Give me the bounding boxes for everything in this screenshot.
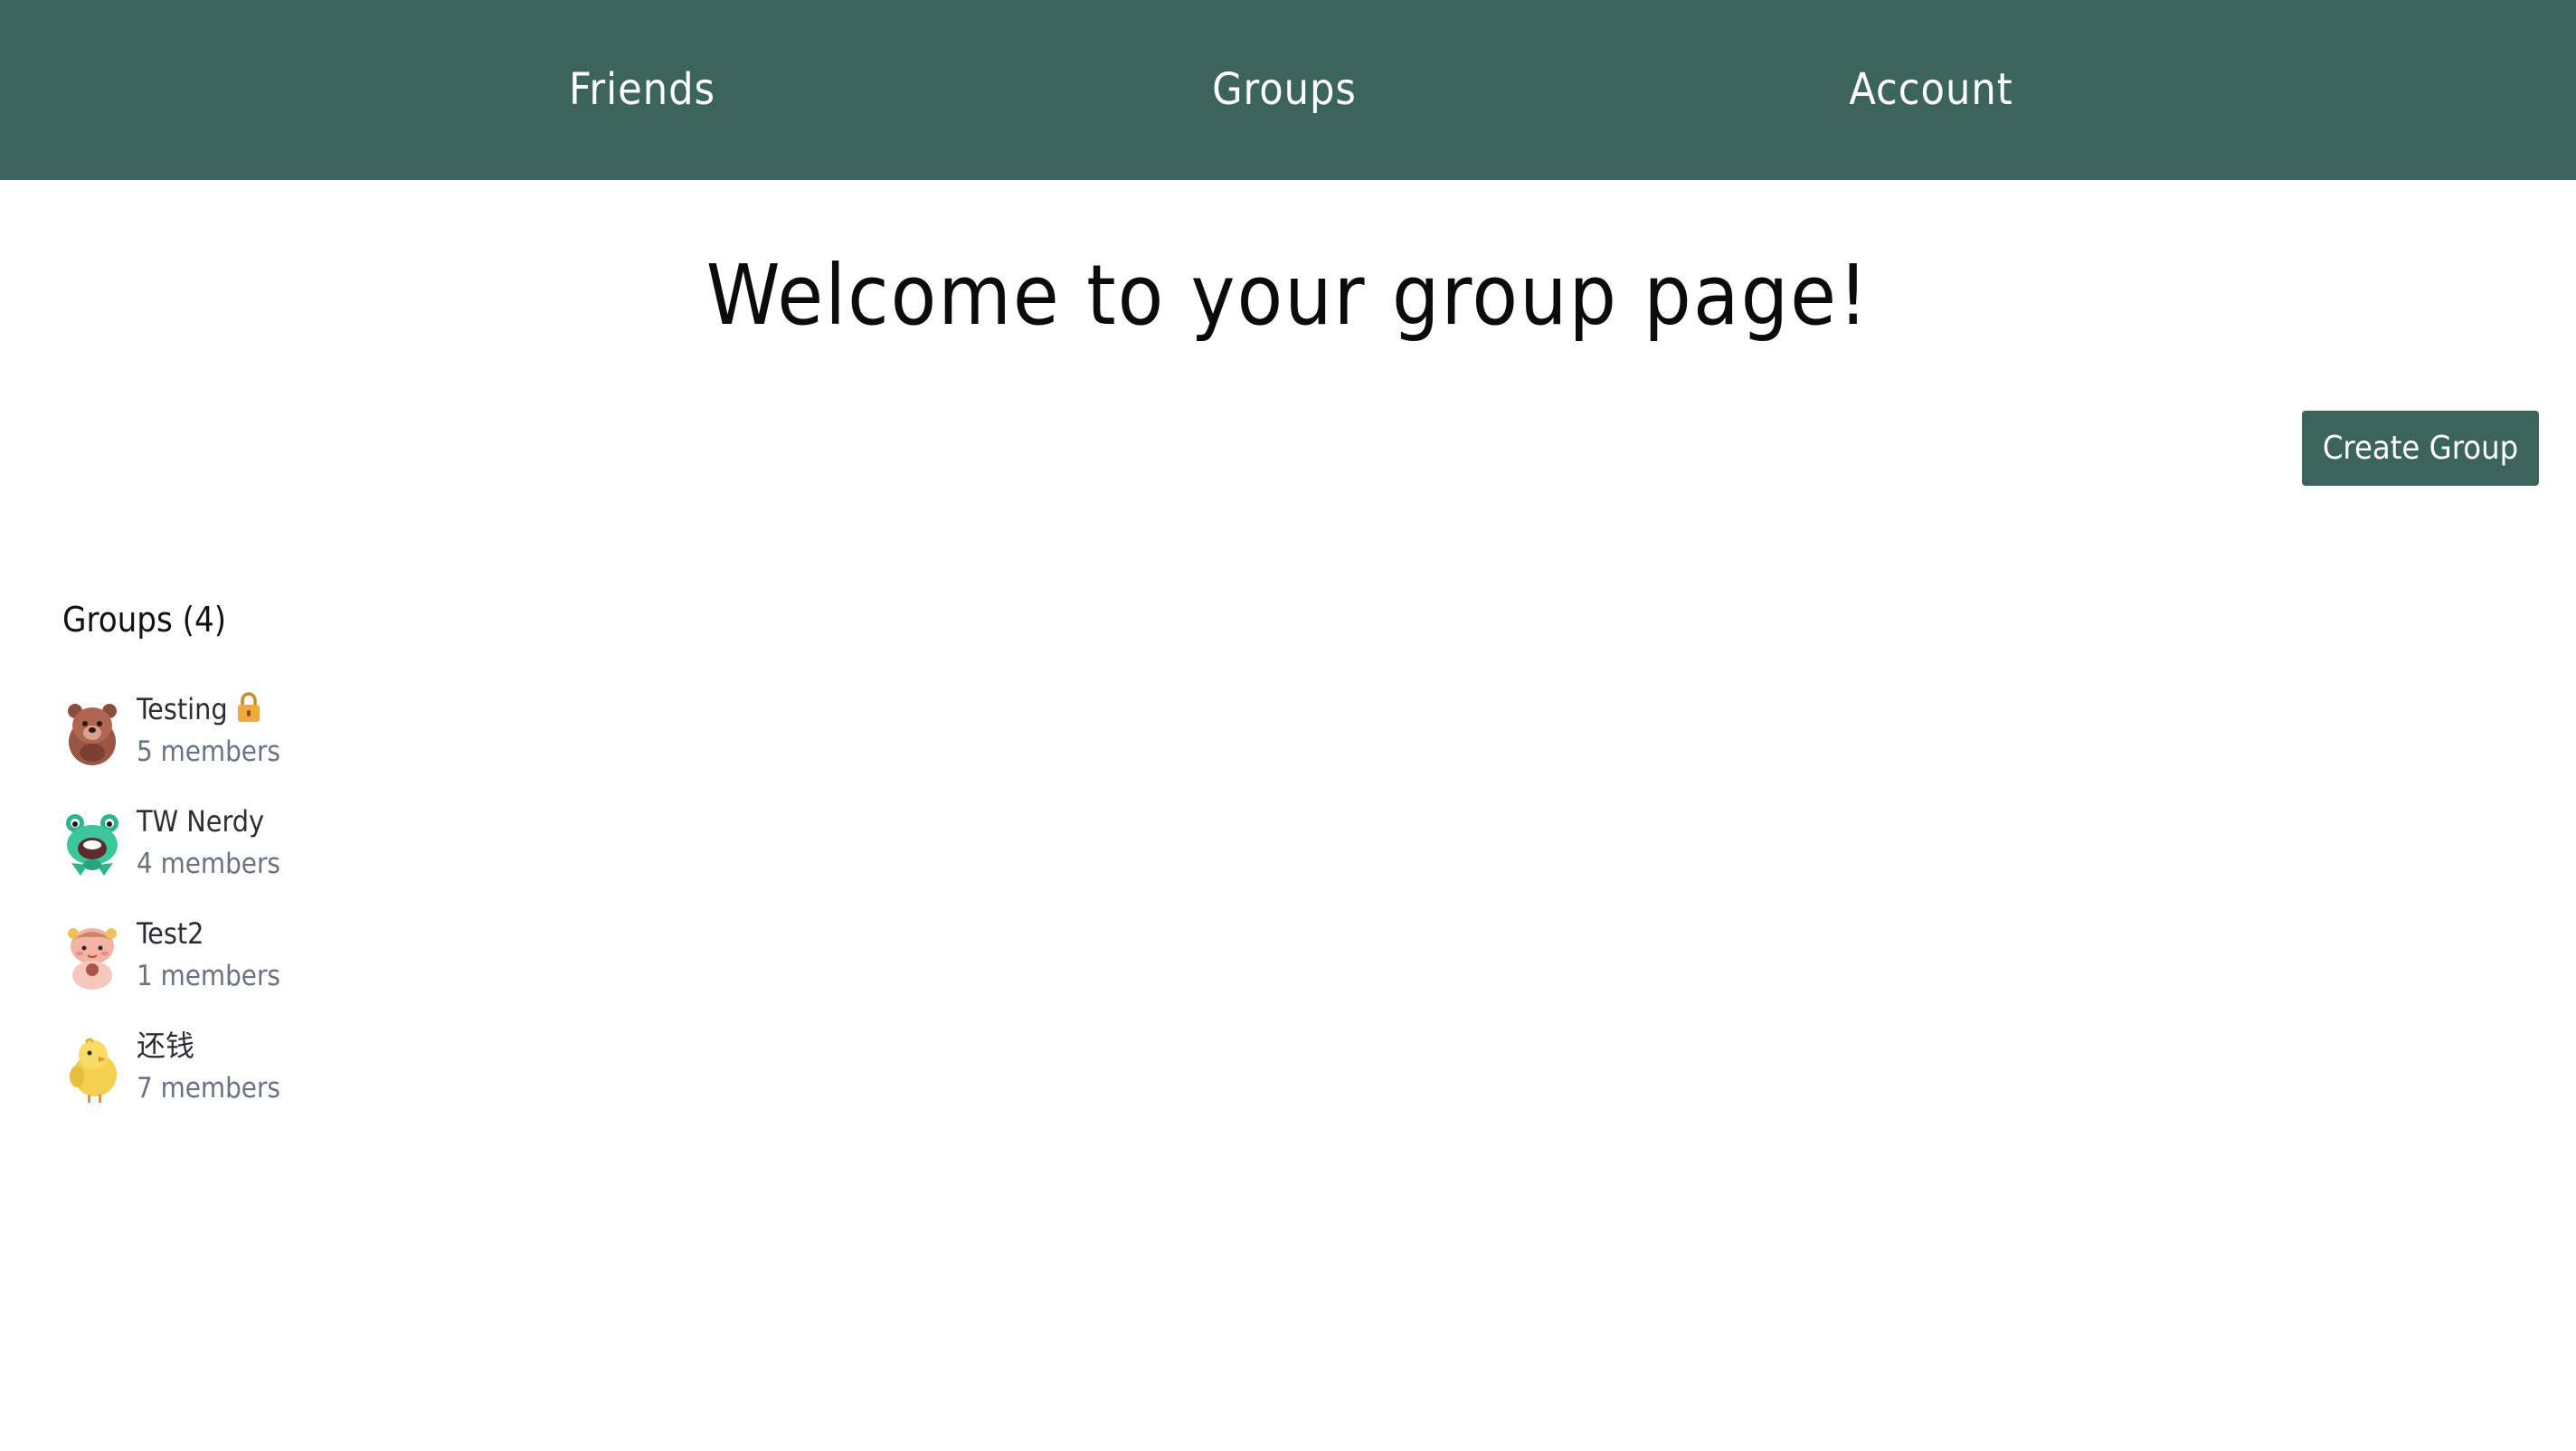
group-members: 1 members: [137, 960, 280, 992]
page-title: Welcome to your group page!: [706, 247, 1870, 344]
bear-icon: [62, 698, 122, 767]
nav-friends[interactable]: Friends: [461, 0, 823, 180]
chick-icon: [62, 1035, 122, 1104]
group-members: 4 members: [137, 848, 280, 880]
group-name-text: Testing: [137, 692, 228, 726]
group-members: 5 members: [137, 735, 280, 768]
groups-heading: Groups (4): [62, 600, 227, 640]
group-item-testing[interactable]: Testing 5 members: [62, 688, 786, 800]
group-name: Test2: [137, 916, 204, 951]
group-item-huanqian[interactable]: 还钱 7 members: [62, 1024, 786, 1136]
lock-icon: [235, 691, 262, 724]
groups-section: Groups (4) Testing 5 members TW Nerdy 4 …: [62, 593, 786, 1136]
create-group-button[interactable]: Create Group: [2302, 411, 2539, 486]
group-name: 还钱: [137, 1029, 195, 1063]
group-name: Testing: [137, 688, 262, 731]
group-members: 7 members: [137, 1072, 280, 1105]
nav-groups[interactable]: Groups: [1103, 0, 1465, 180]
frog-icon: [62, 811, 122, 879]
group-item-test2[interactable]: Test2 1 members: [62, 912, 786, 1024]
nav-account[interactable]: Account: [1750, 0, 2112, 180]
girl-icon: [62, 923, 122, 991]
group-item-tw-nerdy[interactable]: TW Nerdy 4 members: [62, 800, 786, 912]
group-name: TW Nerdy: [137, 804, 265, 839]
top-nav: Friends Groups Account: [0, 0, 2576, 180]
